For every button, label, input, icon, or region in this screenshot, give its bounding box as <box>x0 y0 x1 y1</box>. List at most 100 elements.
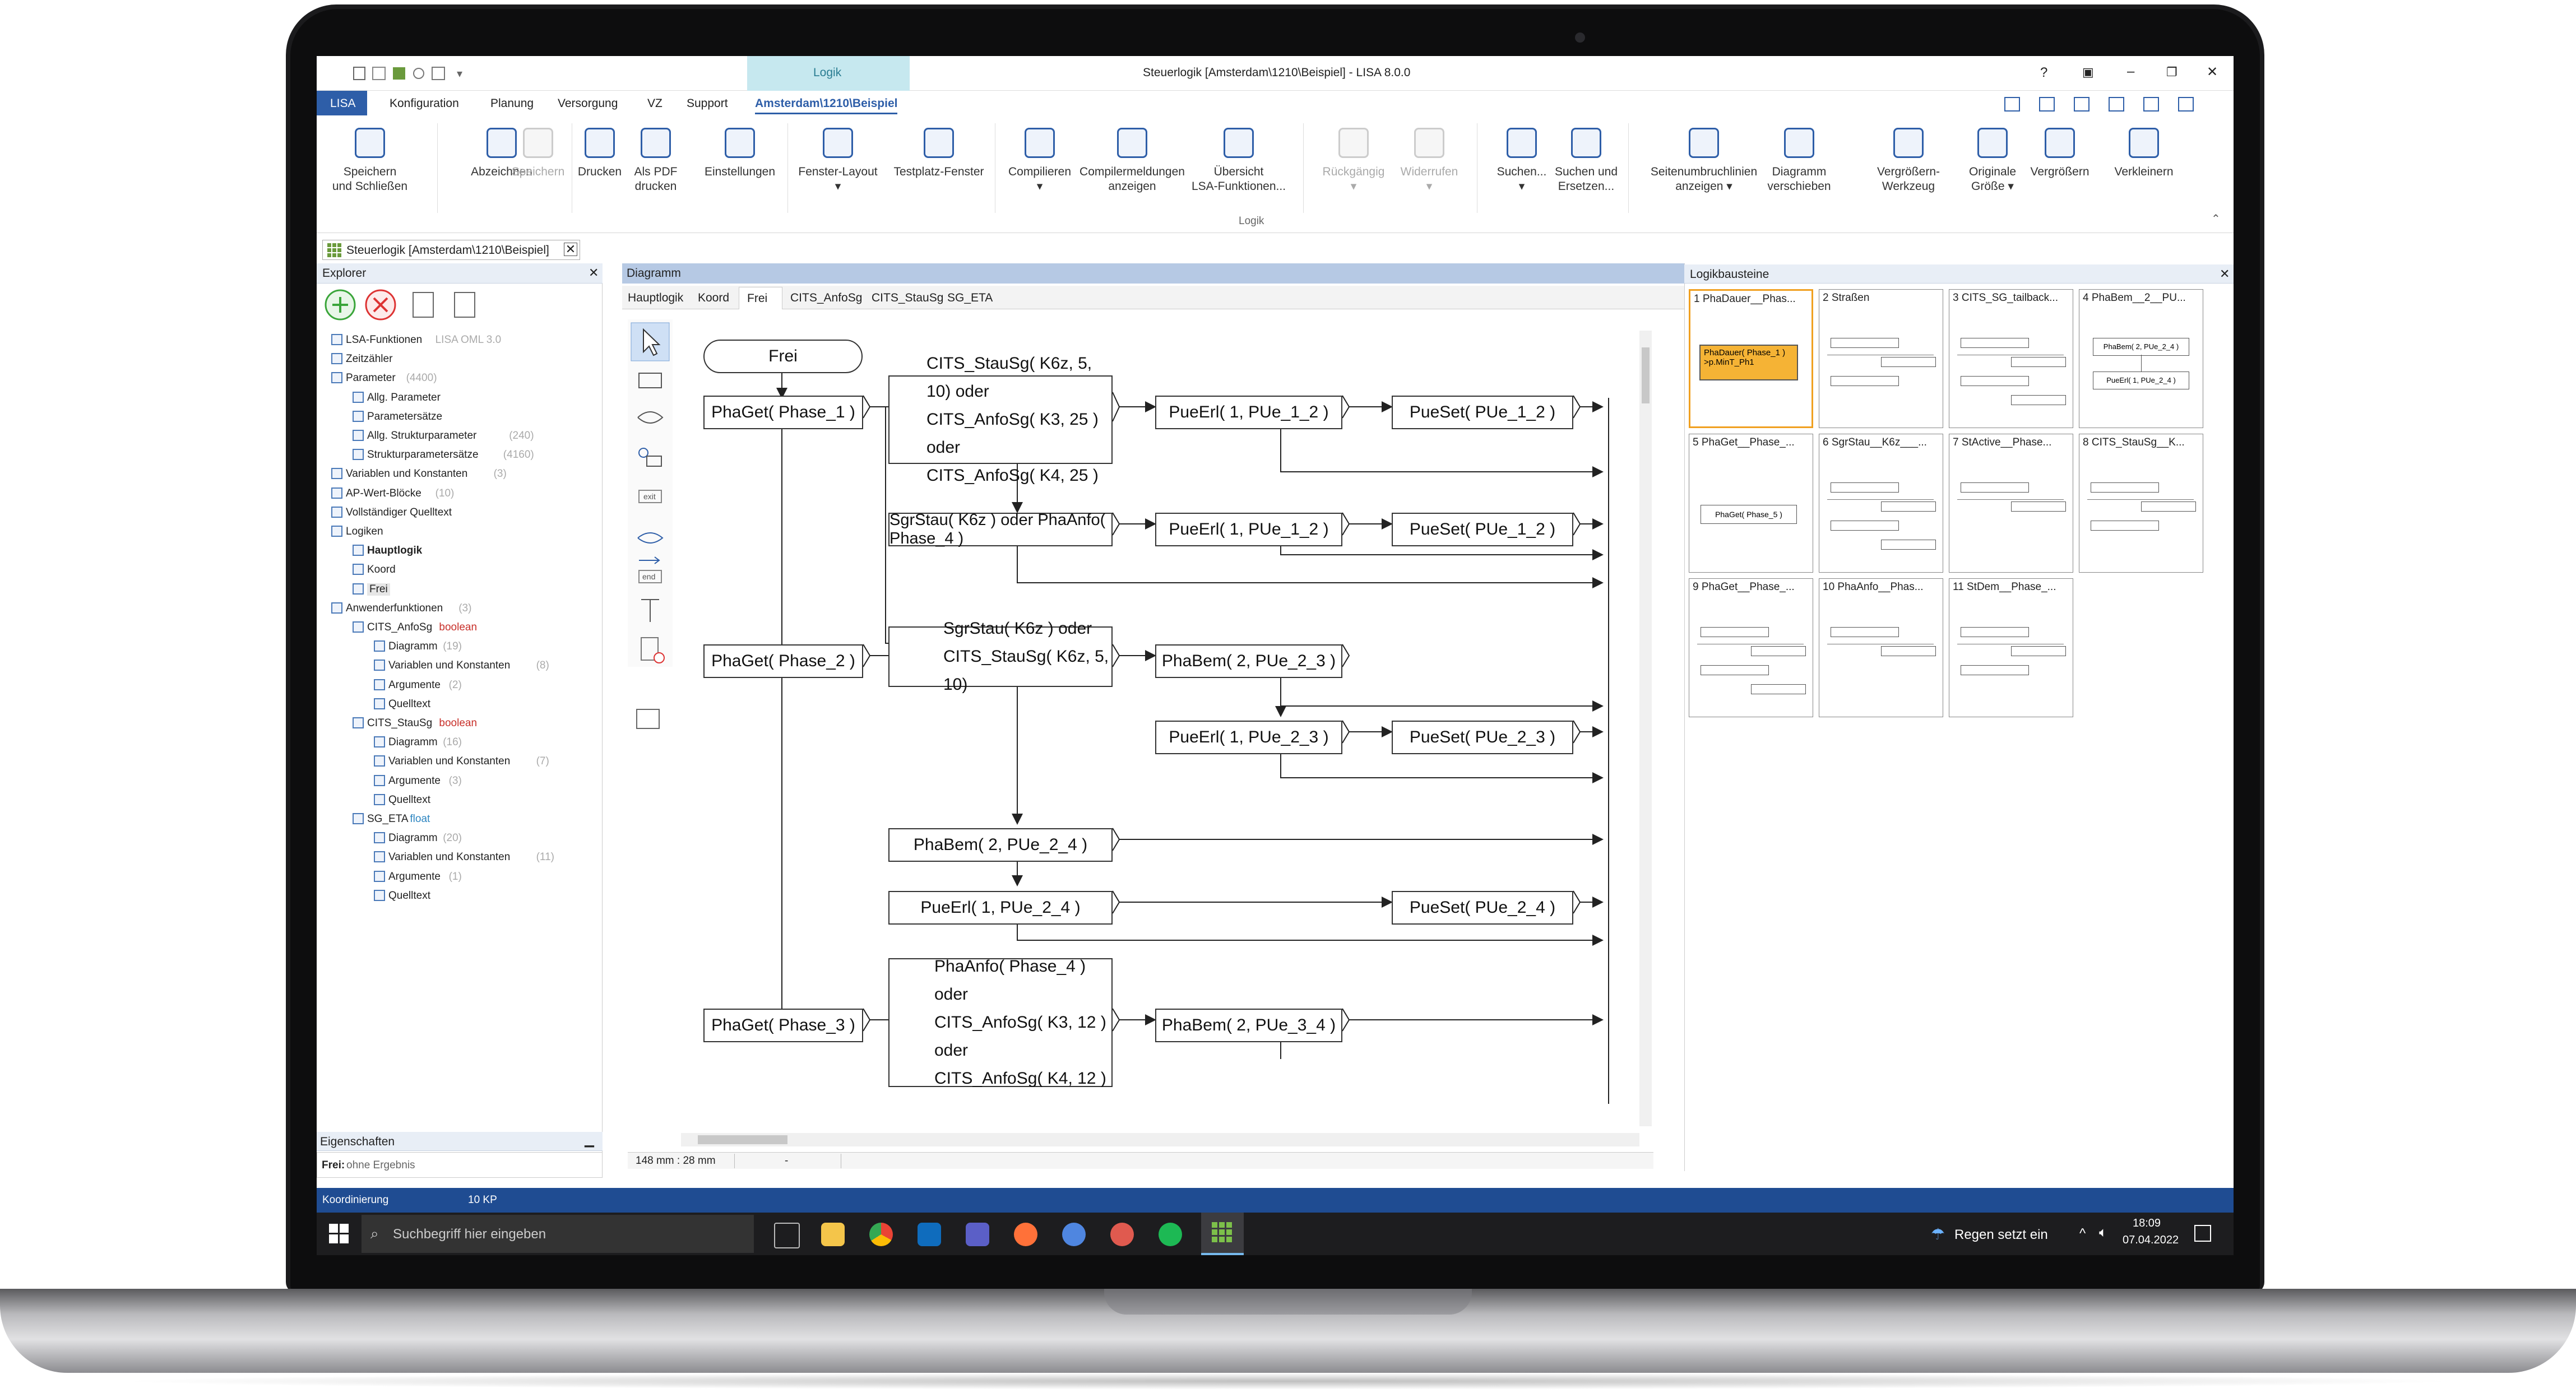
logic-block-thumbnail[interactable]: 7 StActive__Phase... <box>1949 434 2073 573</box>
node-phabem-2-3[interactable]: PhaBem( 2, PUe_2_3 ) <box>1155 644 1342 678</box>
tree-item[interactable]: Variablen und Konstanten (11) <box>317 848 603 866</box>
node-pueerl-2-3[interactable]: PueErl( 1, PUe_2_3 ) <box>1155 721 1342 754</box>
tree-item[interactable]: Anwenderfunktionen (3) <box>317 599 603 617</box>
logic-block-thumbnail[interactable]: 8 CITS_StauSg__K... <box>2079 434 2203 573</box>
help-button[interactable]: ? <box>2040 65 2047 81</box>
vertical-scrollbar[interactable] <box>1639 331 1652 1126</box>
app-4-icon[interactable] <box>1062 1223 1086 1246</box>
node-pueset-2-4[interactable]: PueSet( PUe_2_4 ) <box>1392 891 1573 925</box>
tree-item[interactable]: Argumente (3) <box>317 772 603 790</box>
teams-icon[interactable] <box>966 1223 989 1246</box>
tree-item[interactable]: Variablen und Konstanten (7) <box>317 752 603 770</box>
tree-item[interactable]: Diagramm (16) <box>317 733 603 751</box>
tree-item[interactable]: Koord <box>317 560 603 578</box>
layout-quick-buttons[interactable] <box>1998 94 2222 114</box>
logikbausteine-close-icon[interactable]: ✕ <box>2220 267 2230 281</box>
start-node[interactable]: Frei <box>703 340 863 373</box>
node-phaget-3[interactable]: PhaGet( Phase_3 ) <box>703 1009 863 1042</box>
tree-item[interactable]: SG_ETA float <box>317 810 603 828</box>
app-icon[interactable] <box>1110 1223 1134 1246</box>
node-phabem-3-4[interactable]: PhaBem( 2, PUe_3_4 ) <box>1155 1009 1342 1042</box>
node-phaget-1[interactable]: PhaGet( Phase_1 ) <box>703 396 863 429</box>
logic-block-thumbnail[interactable]: 6 SgrStau__K6z___... <box>1819 434 1943 573</box>
menu-support[interactable]: Support <box>687 97 728 110</box>
tree-item[interactable]: Zeitzähler <box>317 350 603 368</box>
node-pueerl-1-2-b[interactable]: PueErl( 1, PUe_1_2 ) <box>1155 513 1342 546</box>
taskbar-search[interactable]: ⌕ Suchbegriff hier eingeben <box>362 1215 754 1253</box>
menu-project[interactable]: Amsterdam\1210\Beispiel <box>755 97 898 114</box>
weather-text[interactable]: Regen setzt ein <box>1954 1227 2048 1243</box>
node-condition-4[interactable]: PhaAnfo( Phase_4 ) oder CITS_AnfoSg( K3,… <box>888 957 1113 1088</box>
close-button[interactable]: ✕ <box>2207 64 2218 80</box>
tab-koord[interactable]: Koord <box>698 291 729 305</box>
logic-block-thumbnail[interactable]: 1 PhaDauer__Phas... PhaDauer( Phase_1 ) >p… <box>1689 289 1813 428</box>
tray-chevron-icon[interactable]: ^ <box>2079 1226 2086 1242</box>
tree-item[interactable]: Hauptlogik <box>317 541 603 559</box>
windows-start-icon[interactable] <box>328 1223 350 1245</box>
menu-vz[interactable]: VZ <box>647 97 662 110</box>
node-phaget-2[interactable]: PhaGet( Phase_2 ) <box>703 644 863 678</box>
explorer-close-icon[interactable]: ✕ <box>589 266 599 280</box>
logic-block-thumbnail[interactable]: 2 Straßen <box>1819 289 1943 428</box>
tree-item[interactable]: Frei <box>317 580 603 598</box>
horizontal-scrollbar[interactable] <box>681 1133 1639 1146</box>
tab-sg-eta[interactable]: SG_ETA <box>947 291 993 305</box>
node-pueset-2-3[interactable]: PueSet( PUe_2_3 ) <box>1392 721 1573 754</box>
vertical-scroll-thumb[interactable] <box>1642 347 1650 403</box>
tree-item[interactable]: Argumente (2) <box>317 676 603 694</box>
tab-cits-stausg[interactable]: CITS_StauSg <box>872 291 943 305</box>
logic-block-thumbnail[interactable]: 5 PhaGet__Phase_... PhaGet( Phase_5 ) <box>1689 434 1813 573</box>
node-condition-2[interactable]: SgrStau( K6z ) oder PhaAnfo( Phase_4 ) <box>888 511 1113 547</box>
spotify-icon[interactable] <box>1159 1223 1182 1246</box>
logic-block-thumbnail[interactable]: 4 PhaBem__2__PU... PhaBem( 2, PUe_2_4 ) Pu… <box>2079 289 2203 428</box>
node-phabem-2-4[interactable]: PhaBem( 2, PUe_2_4 ) <box>888 828 1113 862</box>
quick-access-icons[interactable]: ▾ <box>350 64 496 83</box>
context-tab-logik[interactable]: Logik <box>747 56 910 91</box>
tree-item[interactable]: Allg. Parameter <box>317 388 603 406</box>
ribbon-button-20[interactable]: Verkleinern <box>2088 128 2200 179</box>
lisa-taskbar-button[interactable] <box>1201 1213 1244 1255</box>
diagram-canvas[interactable]: Frei PhaGet( Phase_1 ) CITS_StauSg( K6z,… <box>703 319 1639 1171</box>
ribbon-button-14[interactable]: Suchen und Ersetzen... <box>1530 128 1642 194</box>
tab-cits-anfosg[interactable]: CITS_AnfoSg <box>790 291 862 305</box>
clock-time[interactable]: 18:09 <box>2133 1217 2161 1230</box>
tree-item[interactable]: Vollständiger Quelltext <box>317 503 603 521</box>
menu-konfiguration[interactable]: Konfiguration <box>390 97 459 110</box>
tree-item[interactable]: Diagramm (19) <box>317 637 603 655</box>
tree-item[interactable]: Parametersätze <box>317 407 603 425</box>
tree-item[interactable]: Argumente (1) <box>317 867 603 885</box>
maximize-button[interactable]: ❐ <box>2166 65 2177 80</box>
menu-lisa[interactable]: LISA <box>317 91 367 115</box>
outlook-icon[interactable] <box>918 1223 941 1246</box>
properties-minimize-icon[interactable]: ▁ <box>585 1133 594 1148</box>
ribbon-button-9[interactable]: Compilermeldungen anzeigen <box>1076 128 1188 194</box>
task-view-icon[interactable] <box>774 1223 800 1248</box>
tree-item[interactable]: AP-Wert-Blöcke (10) <box>317 484 603 502</box>
tab-frei[interactable]: Frei <box>739 287 782 309</box>
clock-date[interactable]: 07.04.2022 <box>2123 1234 2179 1247</box>
logic-block-thumbnail[interactable]: 11 StDem__Phase_... <box>1949 578 2073 717</box>
tree-item[interactable]: Strukturparametersätze (4160) <box>317 445 603 463</box>
tree-item[interactable]: Quelltext <box>317 886 603 904</box>
tree-item[interactable]: Variablen und Konstanten (3) <box>317 465 603 482</box>
ribbon-collapse-icon[interactable]: ⌃ <box>2211 212 2221 226</box>
chrome-icon[interactable] <box>869 1223 893 1246</box>
logic-block-thumbnail[interactable]: 9 PhaGet__Phase_... <box>1689 578 1813 717</box>
tree-item[interactable]: Parameter (4400) <box>317 369 603 387</box>
tree-item[interactable]: Quelltext <box>317 791 603 809</box>
node-condition-3[interactable]: SgrStau( K6z ) oder CITS_StauSg( K6z, 5,… <box>888 619 1113 694</box>
minimize-button[interactable]: – <box>2127 64 2134 80</box>
tree-item[interactable]: Logiken <box>317 522 603 540</box>
ribbon-button-16[interactable]: Diagramm verschieben <box>1743 128 1855 194</box>
firefox-icon[interactable] <box>1014 1223 1037 1246</box>
horizontal-scroll-thumb[interactable] <box>698 1135 787 1144</box>
tab-hauptlogik[interactable]: Hauptlogik <box>628 291 683 305</box>
tree-item[interactable]: CITS_AnfoSg boolean <box>317 618 603 636</box>
tree-item[interactable]: CITS_StauSg boolean <box>317 714 603 732</box>
node-pueset-1-2-b[interactable]: PueSet( PUe_1_2 ) <box>1392 513 1573 546</box>
file-explorer-icon[interactable] <box>821 1223 845 1246</box>
tree-item[interactable]: Variablen und Konstanten (8) <box>317 656 603 674</box>
ribbon-button-10[interactable]: Übersicht LSA-Funktionen... <box>1183 128 1295 194</box>
logic-block-thumbnail[interactable]: 10 PhaAnfo__Phas... <box>1819 578 1943 717</box>
ribbon-button-5[interactable]: Einstellungen <box>684 128 796 179</box>
